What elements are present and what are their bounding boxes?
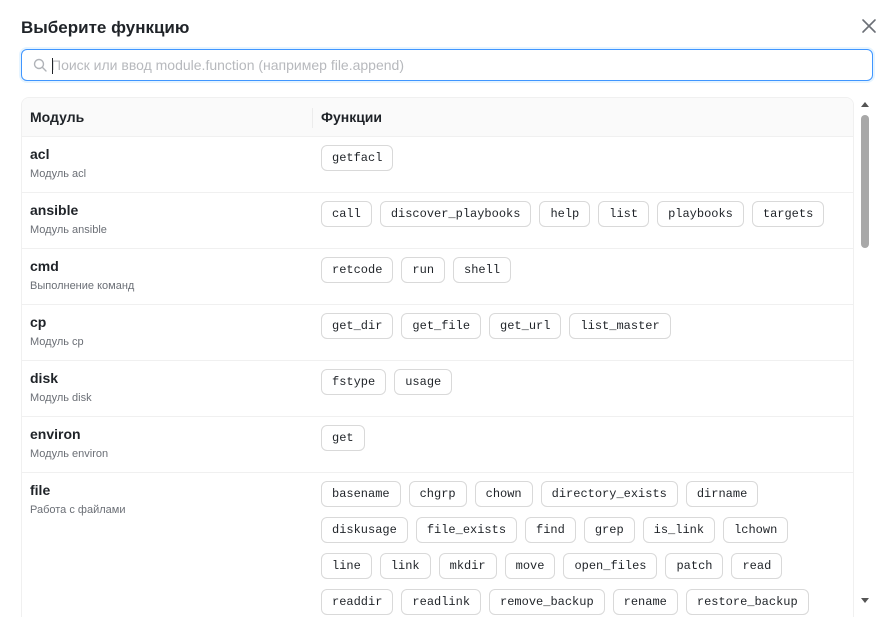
module-description: Работа с файлами: [30, 504, 126, 516]
scrollbar[interactable]: [857, 97, 873, 611]
dialog-title: Выберите функцию: [21, 18, 190, 37]
scrollbar-thumb[interactable]: [861, 115, 869, 248]
column-divider: [312, 108, 313, 128]
function-chip[interactable]: file_exists: [415, 517, 518, 543]
function-chip[interactable]: basename: [321, 481, 401, 507]
function-chip[interactable]: lchown: [723, 517, 789, 543]
function-chip[interactable]: is_link: [642, 517, 716, 543]
function-chip[interactable]: readdir: [321, 589, 394, 615]
function-chip[interactable]: get: [321, 425, 365, 451]
module-description: Модуль ansible: [30, 224, 107, 236]
function-chip[interactable]: diskusage: [321, 517, 408, 543]
table-row-file: file Работа с файлами basename chgrp chown di…: [22, 473, 853, 617]
function-chip[interactable]: restore_backup: [685, 589, 809, 615]
search-box[interactable]: [21, 49, 873, 81]
table-body: acl Модуль acl getfacl ansible Модуль ansibl…: [22, 137, 853, 617]
function-chip[interactable]: retcode: [321, 257, 394, 283]
function-chip[interactable]: usage: [394, 369, 453, 395]
function-chip[interactable]: help: [539, 201, 591, 227]
column-header-module: Модуль: [30, 109, 85, 125]
function-chip[interactable]: shell: [453, 257, 512, 283]
table-row-acl: acl Модуль acl getfacl: [22, 137, 853, 193]
module-cell: disk Модуль disk: [30, 370, 300, 405]
functions-cell: fstype usage: [321, 369, 846, 395]
search-input[interactable]: [51, 53, 866, 77]
function-chip[interactable]: directory_exists: [540, 481, 678, 507]
functions-cell: get: [321, 425, 846, 451]
table-row-cp: cp Модуль cp get_dir get_file get_url list_ma…: [22, 305, 853, 361]
column-header-functions: Функции: [321, 109, 383, 125]
module-name: cmd: [30, 258, 59, 274]
table-header: Модуль Функции: [22, 98, 853, 137]
function-chip[interactable]: read: [731, 553, 783, 579]
function-chip[interactable]: grep: [583, 517, 635, 543]
module-name: disk: [30, 370, 59, 386]
function-chip[interactable]: open_files: [563, 553, 658, 579]
function-chip[interactable]: targets: [751, 201, 825, 227]
function-chip[interactable]: call: [321, 201, 372, 227]
function-chip[interactable]: link: [379, 553, 431, 579]
module-description: Выполнение команд: [30, 280, 135, 292]
close-button[interactable]: [859, 16, 879, 36]
functions-cell: get_dir get_file get_url list_master: [321, 313, 846, 339]
module-name: acl: [30, 146, 50, 162]
modules-table: Модуль Функции acl Модуль acl getfacl ansib…: [21, 97, 854, 617]
function-chip[interactable]: move: [504, 553, 556, 579]
function-chip[interactable]: list_master: [569, 313, 671, 339]
function-chip[interactable]: chown: [474, 481, 533, 507]
function-chip[interactable]: line: [321, 553, 372, 579]
function-chip[interactable]: rename: [612, 589, 678, 615]
scroll-down-arrow-icon[interactable]: [861, 598, 869, 603]
functions-cell: retcode run shell: [321, 257, 846, 283]
function-chip[interactable]: playbooks: [657, 201, 744, 227]
module-description: Модуль disk: [30, 392, 92, 404]
module-cell: cp Модуль cp: [30, 314, 300, 349]
module-description: Модуль environ: [30, 448, 109, 460]
text-caret: [52, 58, 53, 74]
table-row-ansible: ansible Модуль ansible call discover_playbo…: [22, 193, 853, 249]
function-chip[interactable]: run: [401, 257, 446, 283]
function-chip[interactable]: readlink: [401, 589, 482, 615]
scroll-up-arrow-icon[interactable]: [861, 102, 869, 107]
function-chip[interactable]: remove_backup: [489, 589, 605, 615]
module-name: environ: [30, 426, 81, 442]
function-chip[interactable]: dirname: [685, 481, 759, 507]
module-cell: cmd Выполнение команд: [30, 258, 300, 293]
module-description: Модуль acl: [30, 168, 87, 180]
functions-cell: getfacl: [321, 145, 846, 171]
close-icon: [862, 19, 876, 33]
table-row-disk: disk Модуль disk fstype usage: [22, 361, 853, 417]
functions-cell: basename chgrp chown directory_exists dirnam…: [321, 481, 846, 615]
table-row-environ: environ Модуль environ get: [22, 417, 853, 473]
module-cell: ansible Модуль ansible: [30, 202, 300, 237]
function-chip[interactable]: get_url: [489, 313, 562, 339]
module-name: cp: [30, 314, 47, 330]
function-chip[interactable]: get_file: [401, 313, 482, 339]
module-name: file: [30, 482, 51, 498]
module-description: Модуль cp: [30, 336, 84, 348]
functions-cell: call discover_playbooks help list playbooks t…: [321, 201, 846, 227]
module-name: ansible: [30, 202, 79, 218]
select-function-dialog: Выберите функцию Модуль Функции acl Модул…: [0, 0, 892, 629]
module-cell: acl Модуль acl: [30, 146, 300, 181]
function-chip[interactable]: mkdir: [438, 553, 497, 579]
search-icon: [33, 58, 47, 72]
function-chip[interactable]: patch: [665, 553, 724, 579]
module-cell: environ Модуль environ: [30, 426, 300, 461]
table-row-cmd: cmd Выполнение команд retcode run shell: [22, 249, 853, 305]
function-chip[interactable]: fstype: [321, 369, 387, 395]
function-chip[interactable]: list: [598, 201, 650, 227]
function-chip[interactable]: find: [525, 517, 576, 543]
function-chip[interactable]: chgrp: [408, 481, 467, 507]
function-chip[interactable]: getfacl: [321, 145, 394, 171]
module-cell: file Работа с файлами: [30, 482, 300, 517]
function-chip[interactable]: get_dir: [321, 313, 394, 339]
function-chip[interactable]: discover_playbooks: [379, 201, 532, 227]
